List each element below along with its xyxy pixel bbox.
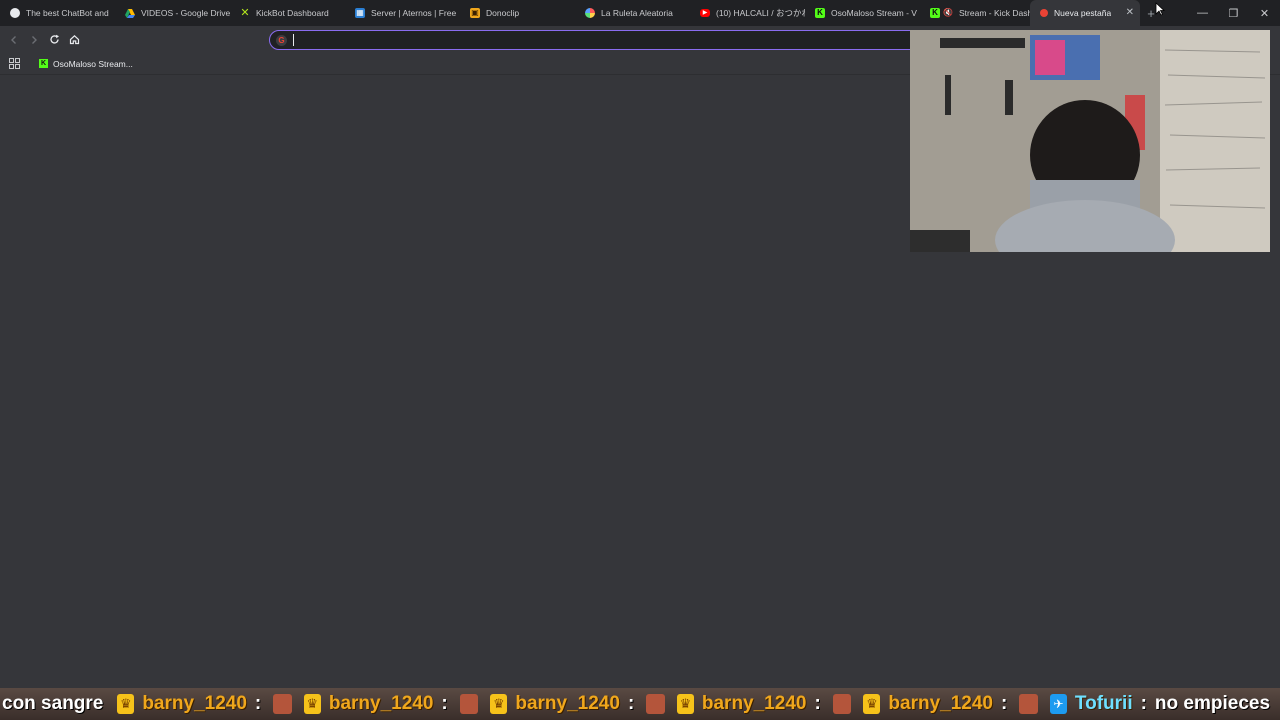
webcam-image — [910, 30, 1270, 252]
webcam-overlay — [910, 30, 1270, 252]
roulette-icon — [585, 8, 595, 18]
crown-icon: ♛ — [676, 694, 694, 714]
emote-icon — [646, 694, 665, 714]
back-button[interactable] — [4, 30, 24, 50]
crown-icon: ♛ — [117, 694, 135, 714]
tab-aternos[interactable]: ▦ Server | Aternos | Free — [345, 0, 460, 26]
forward-arrow-icon — [32, 35, 37, 44]
home-icon — [69, 34, 79, 45]
twitter-icon: ✈ — [1049, 694, 1067, 714]
crown-icon: ♛ — [863, 694, 881, 714]
google-drive-icon — [125, 8, 135, 18]
crown-icon: ♛ — [490, 694, 508, 714]
donoclip-icon: ▣ — [470, 8, 480, 18]
kick-icon: K — [815, 8, 825, 18]
aternos-icon: ▦ — [355, 8, 365, 18]
bookmark-label: OsoMaloso Stream... — [53, 58, 133, 69]
tab-title: VIDEOS - Google Drive — [141, 8, 230, 18]
ticker-colon: : — [1140, 693, 1147, 714]
apps-grid-icon[interactable] — [1, 58, 27, 69]
tab-donoclip[interactable]: ▣ Donoclip — [460, 0, 575, 26]
ticker-colon: : — [1000, 693, 1008, 714]
ticker-username: barny_1240 — [701, 693, 807, 714]
ticker-colon: : — [627, 693, 635, 714]
tab-strip: The best ChatBot and VIDEOS - Google Dri… — [0, 0, 1280, 26]
ticker-colon: : — [441, 693, 448, 714]
tab-title: (10) HALCALI / おつかれ — [716, 8, 805, 18]
tab-title: Donoclip — [486, 8, 520, 18]
reload-button[interactable] — [44, 30, 64, 50]
minimize-icon[interactable]: — — [1187, 0, 1218, 26]
ticker-username: barny_1240 — [515, 693, 620, 714]
tab-youtube[interactable]: ▶ (10) HALCALI / おつかれ — [690, 0, 805, 26]
forward-button[interactable] — [24, 30, 44, 50]
tab-title: KickBot Dashboard — [256, 8, 329, 18]
bot-icon — [10, 8, 20, 18]
emote-icon — [1019, 694, 1038, 714]
bookmark-osomaloso-stream[interactable]: K OsoMaloso Stream... — [39, 59, 133, 69]
ticker-username: barny_1240 — [142, 693, 247, 714]
tab-kick-dashboard[interactable]: K 🔇 Stream - Kick Dash — [920, 0, 1030, 26]
kickbot-icon: ✕ — [240, 7, 250, 19]
tab-title: Nueva pestaña — [1054, 8, 1112, 18]
tab-title: La Ruleta Aleatoria — [601, 8, 673, 18]
window-controls: — ❐ ✕ — [1187, 0, 1280, 26]
mouse-cursor-icon — [1155, 2, 1165, 16]
tab-title: The best ChatBot and — [26, 8, 109, 18]
tab-title: Server | Aternos | Free — [371, 8, 457, 18]
ticker-message: no empieces — [1154, 693, 1271, 714]
address-input[interactable] — [294, 34, 928, 46]
ticker-colon: : — [814, 693, 821, 714]
muted-speaker-icon[interactable]: 🔇 — [943, 8, 953, 18]
chat-ticker: con sangre ♛ barny_1240 : ♛ barny_1240 :… — [0, 688, 1280, 720]
tab-title: Stream - Kick Dash — [959, 8, 1030, 18]
ticker-username: barny_1240 — [888, 693, 993, 714]
ticker-username: Tofurii — [1074, 693, 1133, 714]
tab-chatbot[interactable]: The best ChatBot and — [0, 0, 115, 26]
close-window-icon[interactable]: ✕ — [1249, 0, 1280, 26]
kick-icon: K — [930, 8, 940, 18]
tab-google-drive[interactable]: VIDEOS - Google Drive — [115, 0, 230, 26]
ticker-username: barny_1240 — [328, 693, 434, 714]
tab-kickbot-dashboard[interactable]: ✕ KickBot Dashboard — [230, 0, 345, 26]
emote-icon — [273, 694, 292, 714]
restore-icon[interactable]: ❐ — [1218, 0, 1249, 26]
tab-osomaloso-stream[interactable]: K OsoMaloso Stream - V — [805, 0, 920, 26]
emote-icon — [832, 694, 852, 714]
tab-nueva-pestana[interactable]: Nueva pestaña ✕ — [1030, 0, 1140, 26]
tab-ruleta[interactable]: La Ruleta Aleatoria — [575, 0, 690, 26]
back-arrow-icon — [11, 35, 16, 44]
google-icon: G — [276, 34, 287, 46]
new-tab-icon — [1040, 9, 1048, 17]
ticker-message: con sangre — [2, 693, 104, 714]
home-button[interactable] — [64, 30, 84, 50]
crown-icon: ♛ — [303, 694, 321, 714]
address-bar[interactable]: G — [269, 30, 929, 50]
tab-title: OsoMaloso Stream - V — [831, 8, 917, 18]
youtube-icon: ▶ — [700, 9, 710, 17]
emote-icon — [459, 694, 479, 714]
ticker-colon: : — [254, 693, 262, 714]
kick-icon: K — [39, 59, 48, 68]
close-icon[interactable]: ✕ — [1126, 7, 1134, 18]
reload-icon — [49, 34, 59, 44]
